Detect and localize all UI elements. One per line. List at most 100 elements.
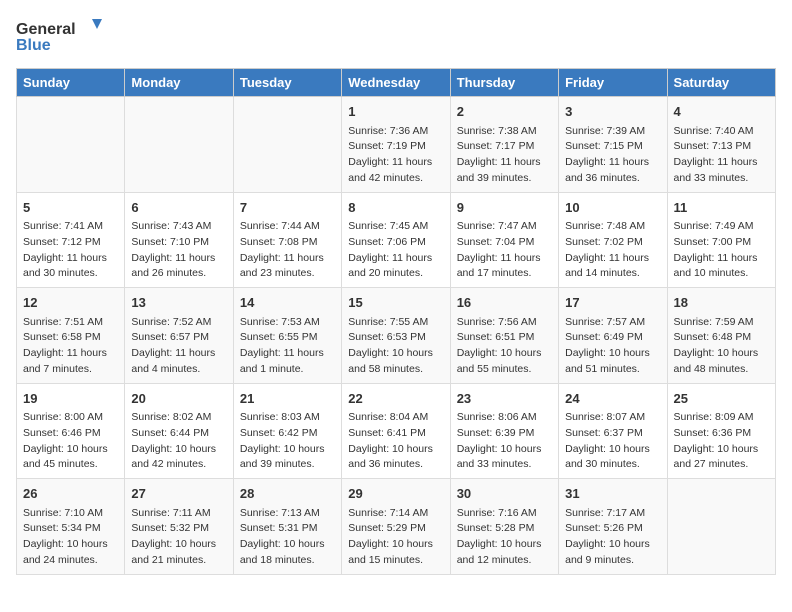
day-number: 23	[457, 389, 552, 409]
day-info: Sunrise: 7:49 AM Sunset: 7:00 PM Dayligh…	[674, 219, 769, 282]
calendar-cell: 21Sunrise: 8:03 AM Sunset: 6:42 PM Dayli…	[233, 383, 341, 479]
calendar-cell: 31Sunrise: 7:17 AM Sunset: 5:26 PM Dayli…	[559, 479, 667, 575]
day-info: Sunrise: 8:06 AM Sunset: 6:39 PM Dayligh…	[457, 410, 552, 473]
day-info: Sunrise: 7:55 AM Sunset: 6:53 PM Dayligh…	[348, 315, 443, 378]
day-number: 18	[674, 293, 769, 313]
calendar-cell: 11Sunrise: 7:49 AM Sunset: 7:00 PM Dayli…	[667, 192, 775, 288]
day-info: Sunrise: 7:48 AM Sunset: 7:02 PM Dayligh…	[565, 219, 660, 282]
calendar-cell: 5Sunrise: 7:41 AM Sunset: 7:12 PM Daylig…	[17, 192, 125, 288]
calendar-cell: 30Sunrise: 7:16 AM Sunset: 5:28 PM Dayli…	[450, 479, 558, 575]
day-number: 8	[348, 198, 443, 218]
calendar-cell: 15Sunrise: 7:55 AM Sunset: 6:53 PM Dayli…	[342, 288, 450, 384]
day-info: Sunrise: 8:02 AM Sunset: 6:44 PM Dayligh…	[131, 410, 226, 473]
calendar-week-row: 19Sunrise: 8:00 AM Sunset: 6:46 PM Dayli…	[17, 383, 776, 479]
weekday-header-cell: Sunday	[17, 69, 125, 97]
calendar-cell: 14Sunrise: 7:53 AM Sunset: 6:55 PM Dayli…	[233, 288, 341, 384]
calendar-table: SundayMondayTuesdayWednesdayThursdayFrid…	[16, 68, 776, 575]
day-number: 13	[131, 293, 226, 313]
day-info: Sunrise: 7:53 AM Sunset: 6:55 PM Dayligh…	[240, 315, 335, 378]
day-number: 28	[240, 484, 335, 504]
weekday-header-cell: Thursday	[450, 69, 558, 97]
weekday-header-cell: Friday	[559, 69, 667, 97]
day-number: 31	[565, 484, 660, 504]
calendar-cell: 2Sunrise: 7:38 AM Sunset: 7:17 PM Daylig…	[450, 97, 558, 193]
day-info: Sunrise: 7:11 AM Sunset: 5:32 PM Dayligh…	[131, 506, 226, 569]
svg-text:Blue: Blue	[16, 37, 51, 54]
calendar-cell: 8Sunrise: 7:45 AM Sunset: 7:06 PM Daylig…	[342, 192, 450, 288]
day-info: Sunrise: 7:39 AM Sunset: 7:15 PM Dayligh…	[565, 124, 660, 187]
calendar-cell: 20Sunrise: 8:02 AM Sunset: 6:44 PM Dayli…	[125, 383, 233, 479]
day-number: 1	[348, 102, 443, 122]
weekday-header-cell: Tuesday	[233, 69, 341, 97]
day-info: Sunrise: 7:52 AM Sunset: 6:57 PM Dayligh…	[131, 315, 226, 378]
day-info: Sunrise: 7:14 AM Sunset: 5:29 PM Dayligh…	[348, 506, 443, 569]
day-info: Sunrise: 7:47 AM Sunset: 7:04 PM Dayligh…	[457, 219, 552, 282]
calendar-cell: 13Sunrise: 7:52 AM Sunset: 6:57 PM Dayli…	[125, 288, 233, 384]
calendar-cell: 29Sunrise: 7:14 AM Sunset: 5:29 PM Dayli…	[342, 479, 450, 575]
calendar-cell: 27Sunrise: 7:11 AM Sunset: 5:32 PM Dayli…	[125, 479, 233, 575]
weekday-header-row: SundayMondayTuesdayWednesdayThursdayFrid…	[17, 69, 776, 97]
calendar-cell: 12Sunrise: 7:51 AM Sunset: 6:58 PM Dayli…	[17, 288, 125, 384]
day-number: 15	[348, 293, 443, 313]
day-info: Sunrise: 8:09 AM Sunset: 6:36 PM Dayligh…	[674, 410, 769, 473]
day-number: 19	[23, 389, 118, 409]
day-info: Sunrise: 7:51 AM Sunset: 6:58 PM Dayligh…	[23, 315, 118, 378]
calendar-cell: 16Sunrise: 7:56 AM Sunset: 6:51 PM Dayli…	[450, 288, 558, 384]
day-number: 29	[348, 484, 443, 504]
day-number: 14	[240, 293, 335, 313]
calendar-cell: 23Sunrise: 8:06 AM Sunset: 6:39 PM Dayli…	[450, 383, 558, 479]
calendar-cell	[667, 479, 775, 575]
calendar-cell	[233, 97, 341, 193]
calendar-week-row: 5Sunrise: 7:41 AM Sunset: 7:12 PM Daylig…	[17, 192, 776, 288]
day-info: Sunrise: 8:07 AM Sunset: 6:37 PM Dayligh…	[565, 410, 660, 473]
day-number: 4	[674, 102, 769, 122]
day-number: 25	[674, 389, 769, 409]
day-number: 7	[240, 198, 335, 218]
day-number: 20	[131, 389, 226, 409]
calendar-cell: 25Sunrise: 8:09 AM Sunset: 6:36 PM Dayli…	[667, 383, 775, 479]
calendar-body: 1Sunrise: 7:36 AM Sunset: 7:19 PM Daylig…	[17, 97, 776, 575]
calendar-cell: 1Sunrise: 7:36 AM Sunset: 7:19 PM Daylig…	[342, 97, 450, 193]
weekday-header-cell: Monday	[125, 69, 233, 97]
day-info: Sunrise: 7:38 AM Sunset: 7:17 PM Dayligh…	[457, 124, 552, 187]
calendar-cell: 9Sunrise: 7:47 AM Sunset: 7:04 PM Daylig…	[450, 192, 558, 288]
day-number: 22	[348, 389, 443, 409]
calendar-cell: 26Sunrise: 7:10 AM Sunset: 5:34 PM Dayli…	[17, 479, 125, 575]
calendar-cell: 7Sunrise: 7:44 AM Sunset: 7:08 PM Daylig…	[233, 192, 341, 288]
day-number: 9	[457, 198, 552, 218]
day-info: Sunrise: 7:36 AM Sunset: 7:19 PM Dayligh…	[348, 124, 443, 187]
calendar-cell: 4Sunrise: 7:40 AM Sunset: 7:13 PM Daylig…	[667, 97, 775, 193]
calendar-cell	[125, 97, 233, 193]
calendar-cell: 24Sunrise: 8:07 AM Sunset: 6:37 PM Dayli…	[559, 383, 667, 479]
calendar-week-row: 26Sunrise: 7:10 AM Sunset: 5:34 PM Dayli…	[17, 479, 776, 575]
day-info: Sunrise: 7:10 AM Sunset: 5:34 PM Dayligh…	[23, 506, 118, 569]
logo: General Blue	[16, 16, 106, 56]
svg-text:General: General	[16, 21, 76, 38]
day-number: 5	[23, 198, 118, 218]
day-number: 2	[457, 102, 552, 122]
weekday-header-cell: Saturday	[667, 69, 775, 97]
day-info: Sunrise: 7:59 AM Sunset: 6:48 PM Dayligh…	[674, 315, 769, 378]
day-info: Sunrise: 7:17 AM Sunset: 5:26 PM Dayligh…	[565, 506, 660, 569]
day-info: Sunrise: 7:57 AM Sunset: 6:49 PM Dayligh…	[565, 315, 660, 378]
calendar-cell: 19Sunrise: 8:00 AM Sunset: 6:46 PM Dayli…	[17, 383, 125, 479]
calendar-cell: 18Sunrise: 7:59 AM Sunset: 6:48 PM Dayli…	[667, 288, 775, 384]
day-number: 21	[240, 389, 335, 409]
day-number: 27	[131, 484, 226, 504]
calendar-cell	[17, 97, 125, 193]
day-info: Sunrise: 7:43 AM Sunset: 7:10 PM Dayligh…	[131, 219, 226, 282]
day-info: Sunrise: 7:44 AM Sunset: 7:08 PM Dayligh…	[240, 219, 335, 282]
day-number: 12	[23, 293, 118, 313]
calendar-cell: 10Sunrise: 7:48 AM Sunset: 7:02 PM Dayli…	[559, 192, 667, 288]
day-info: Sunrise: 7:56 AM Sunset: 6:51 PM Dayligh…	[457, 315, 552, 378]
day-number: 30	[457, 484, 552, 504]
day-info: Sunrise: 8:04 AM Sunset: 6:41 PM Dayligh…	[348, 410, 443, 473]
calendar-cell: 22Sunrise: 8:04 AM Sunset: 6:41 PM Dayli…	[342, 383, 450, 479]
logo-svg: General Blue	[16, 16, 106, 56]
day-info: Sunrise: 7:40 AM Sunset: 7:13 PM Dayligh…	[674, 124, 769, 187]
day-info: Sunrise: 7:16 AM Sunset: 5:28 PM Dayligh…	[457, 506, 552, 569]
day-info: Sunrise: 8:03 AM Sunset: 6:42 PM Dayligh…	[240, 410, 335, 473]
day-number: 16	[457, 293, 552, 313]
calendar-cell: 3Sunrise: 7:39 AM Sunset: 7:15 PM Daylig…	[559, 97, 667, 193]
weekday-header-cell: Wednesday	[342, 69, 450, 97]
